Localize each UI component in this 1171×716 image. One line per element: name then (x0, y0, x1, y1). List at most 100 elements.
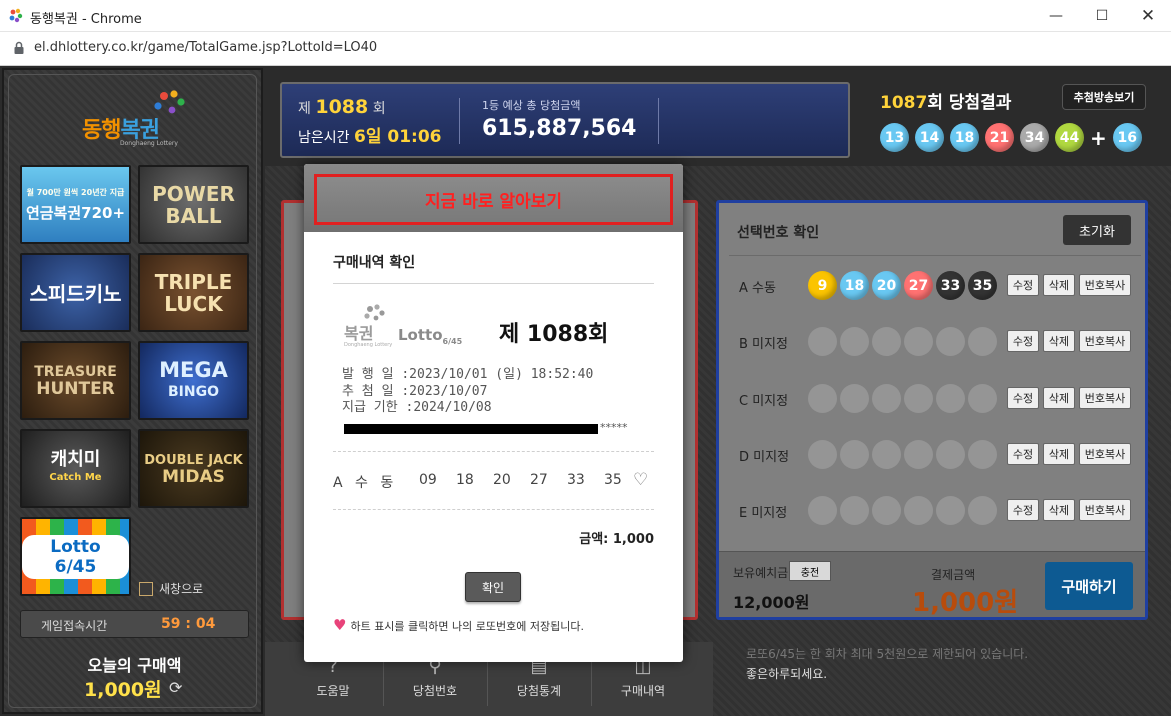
remain-label: 남은시간 (298, 130, 350, 146)
divider (487, 656, 488, 706)
nav-winning-stats[interactable]: 당첨통계 (489, 682, 589, 699)
pension-badge: 월 700만 원씩 20년간 지급 (26, 187, 125, 197)
row-balls (808, 440, 997, 469)
empty-ball (840, 440, 869, 469)
brand-sub: Donghaeng Lottery (344, 342, 393, 348)
game-tile-speedkeno[interactable]: 스피드키노 (20, 253, 131, 332)
doublejack-label-2: MIDAS (162, 466, 225, 487)
game-tile-pension720[interactable]: 월 700만 원씩 20년간 지급 연금복권720+ (20, 165, 131, 244)
brand-text-a: 복권 (344, 324, 374, 343)
notice-line-1: 로또6/45는 한 회차 최대 5천원으로 제한되어 있습니다. (746, 647, 1029, 661)
speedkeno-label: 스피드키노 (29, 282, 122, 306)
logo-text-a: 동행 (82, 118, 121, 143)
game-tile-powerball[interactable]: POWER BALL (138, 165, 249, 244)
url-text[interactable]: el.dhlottery.co.kr/game/TotalGame.jsp?Lo… (34, 40, 377, 55)
tripleluck-label-2: LUCK (164, 291, 223, 316)
selected-ball: 9 (808, 271, 837, 300)
winning-ball: 13 (880, 123, 909, 152)
divider (333, 509, 654, 510)
empty-ball (968, 440, 997, 469)
bonus-ball: 16 (1112, 123, 1142, 152)
empty-ball (904, 440, 933, 469)
learn-now-banner[interactable]: 지금 바로 알아보기 (314, 174, 673, 225)
today-purchase-label: 오늘의 구매액 (87, 656, 182, 675)
row-balls (808, 384, 997, 413)
close-icon[interactable]: ✕ (1125, 0, 1171, 32)
edit-button[interactable]: 수정 (1007, 274, 1039, 296)
empty-ball (808, 440, 837, 469)
row-balls: 9 18 20 27 33 35 (808, 271, 997, 300)
reset-button[interactable]: 초기화 (1063, 215, 1131, 245)
selected-ball: 35 (968, 271, 997, 300)
new-window-checkbox[interactable] (139, 581, 153, 596)
copy-number-button[interactable]: 번호복사 (1079, 499, 1131, 521)
game-tile-doublejackmidas[interactable]: DOUBLE JACK MIDAS (138, 429, 249, 508)
hint-text: 하트 표시를 클릭하면 나의 로또번호에 저장됩니다. (350, 620, 584, 633)
delete-button[interactable]: 삭제 (1043, 499, 1075, 521)
tripleluck-tile-content: TRIPLE LUCK (155, 271, 233, 315)
game-tile-treasurehunter[interactable]: TREASURE HUNTER (20, 341, 131, 420)
copy-number-button[interactable]: 번호복사 (1079, 387, 1131, 409)
edit-button[interactable]: 수정 (1007, 387, 1039, 409)
dhlottery-logo[interactable]: 동행복권 Donghaeng Lottery (82, 90, 192, 150)
current-round-box: 제 1088 회 남은시간 6일 01:06 1등 예상 총 당첨금액 615,… (280, 82, 850, 158)
empty-ball (936, 496, 965, 525)
game-tile-lotto645[interactable]: Lotto 6/45 (20, 517, 131, 596)
empty-ball (872, 384, 901, 413)
deposit-label: 보유예치금 (733, 566, 789, 580)
edit-button[interactable]: 수정 (1007, 499, 1039, 521)
banner-text: 지금 바로 알아보기 (425, 192, 562, 212)
catchme-label-2: Catch Me (49, 471, 102, 483)
ticket-amount: 금액: 1,000 (579, 532, 654, 547)
divider (333, 283, 654, 284)
edit-button[interactable]: 수정 (1007, 443, 1039, 465)
new-window-label: 새창으로 (159, 582, 204, 596)
modal-header: 지금 바로 알아보기 (304, 164, 683, 232)
megabingo-label-1: MEGA (159, 357, 228, 382)
new-window-option[interactable]: 새창으로 (139, 580, 203, 597)
draw-broadcast-button[interactable]: 추첨방송보기 (1062, 84, 1146, 110)
delete-button[interactable]: 삭제 (1043, 274, 1075, 296)
selected-numbers-panel: 선택번호 확인 초기화 A 수동 9 18 20 27 33 35 수정 삭제 … (716, 200, 1148, 620)
powerball-label-1: POWER (152, 181, 235, 206)
nav-purchase-history[interactable]: 구매내역 (593, 682, 693, 699)
selection-row-b: B 미지정 수정 삭제 번호복사 (719, 322, 1151, 362)
megabingo-tile-content: MEGA BINGO (159, 359, 228, 403)
nav-winning-numbers[interactable]: 당첨번호 (385, 682, 485, 699)
payment-label: 결제금액 (931, 568, 976, 582)
nav-help[interactable]: 도움말 (283, 682, 383, 699)
pay-deadline: 지급 기한 :2024/10/08 (342, 400, 492, 415)
ticket-brand: 복권 Donghaeng Lottery Lotto6/45 (340, 304, 470, 354)
copy-number-button[interactable]: 번호복사 (1079, 330, 1131, 352)
buy-button[interactable]: 구매하기 (1045, 562, 1133, 610)
heart-icon[interactable]: ♡ (633, 470, 648, 490)
catchme-label-1: 캐치미 (50, 448, 101, 470)
minimize-icon[interactable]: — (1033, 0, 1079, 32)
access-time-label: 게임접속시간 (41, 619, 108, 633)
delete-button[interactable]: 삭제 (1043, 330, 1075, 352)
draw-date: 추 첨 일 :2023/10/07 (342, 383, 488, 399)
copy-number-button[interactable]: 번호복사 (1079, 443, 1131, 465)
maximize-icon[interactable]: ☐ (1079, 0, 1125, 32)
copy-number-button[interactable]: 번호복사 (1079, 274, 1131, 296)
delete-button[interactable]: 삭제 (1043, 443, 1075, 465)
game-tile-tripleluck[interactable]: TRIPLE LUCK (138, 253, 249, 332)
delete-button[interactable]: 삭제 (1043, 387, 1075, 409)
divider (383, 656, 384, 706)
winning-ball: 18 (950, 123, 979, 152)
game-tile-catchme[interactable]: 캐치미 Catch Me (20, 429, 131, 508)
access-time-box: 게임접속시간 59 : 04 (20, 610, 249, 638)
charge-button[interactable]: 충전 (789, 561, 831, 581)
pick-number: 20 (493, 472, 511, 488)
winning-ball: 21 (985, 123, 1014, 152)
confirm-button[interactable]: 확인 (465, 572, 521, 602)
address-bar[interactable]: el.dhlottery.co.kr/game/TotalGame.jsp?Lo… (0, 32, 1171, 66)
divider (459, 98, 460, 144)
empty-ball (840, 496, 869, 525)
plus-icon: + (1090, 125, 1107, 150)
edit-button[interactable]: 수정 (1007, 330, 1039, 352)
game-tile-megabingo[interactable]: MEGA BINGO (138, 341, 249, 420)
winning-numbers: 13 14 18 21 34 44 + 16 (880, 123, 1142, 152)
refresh-icon[interactable]: ⟳ (169, 678, 182, 697)
empty-ball (872, 496, 901, 525)
